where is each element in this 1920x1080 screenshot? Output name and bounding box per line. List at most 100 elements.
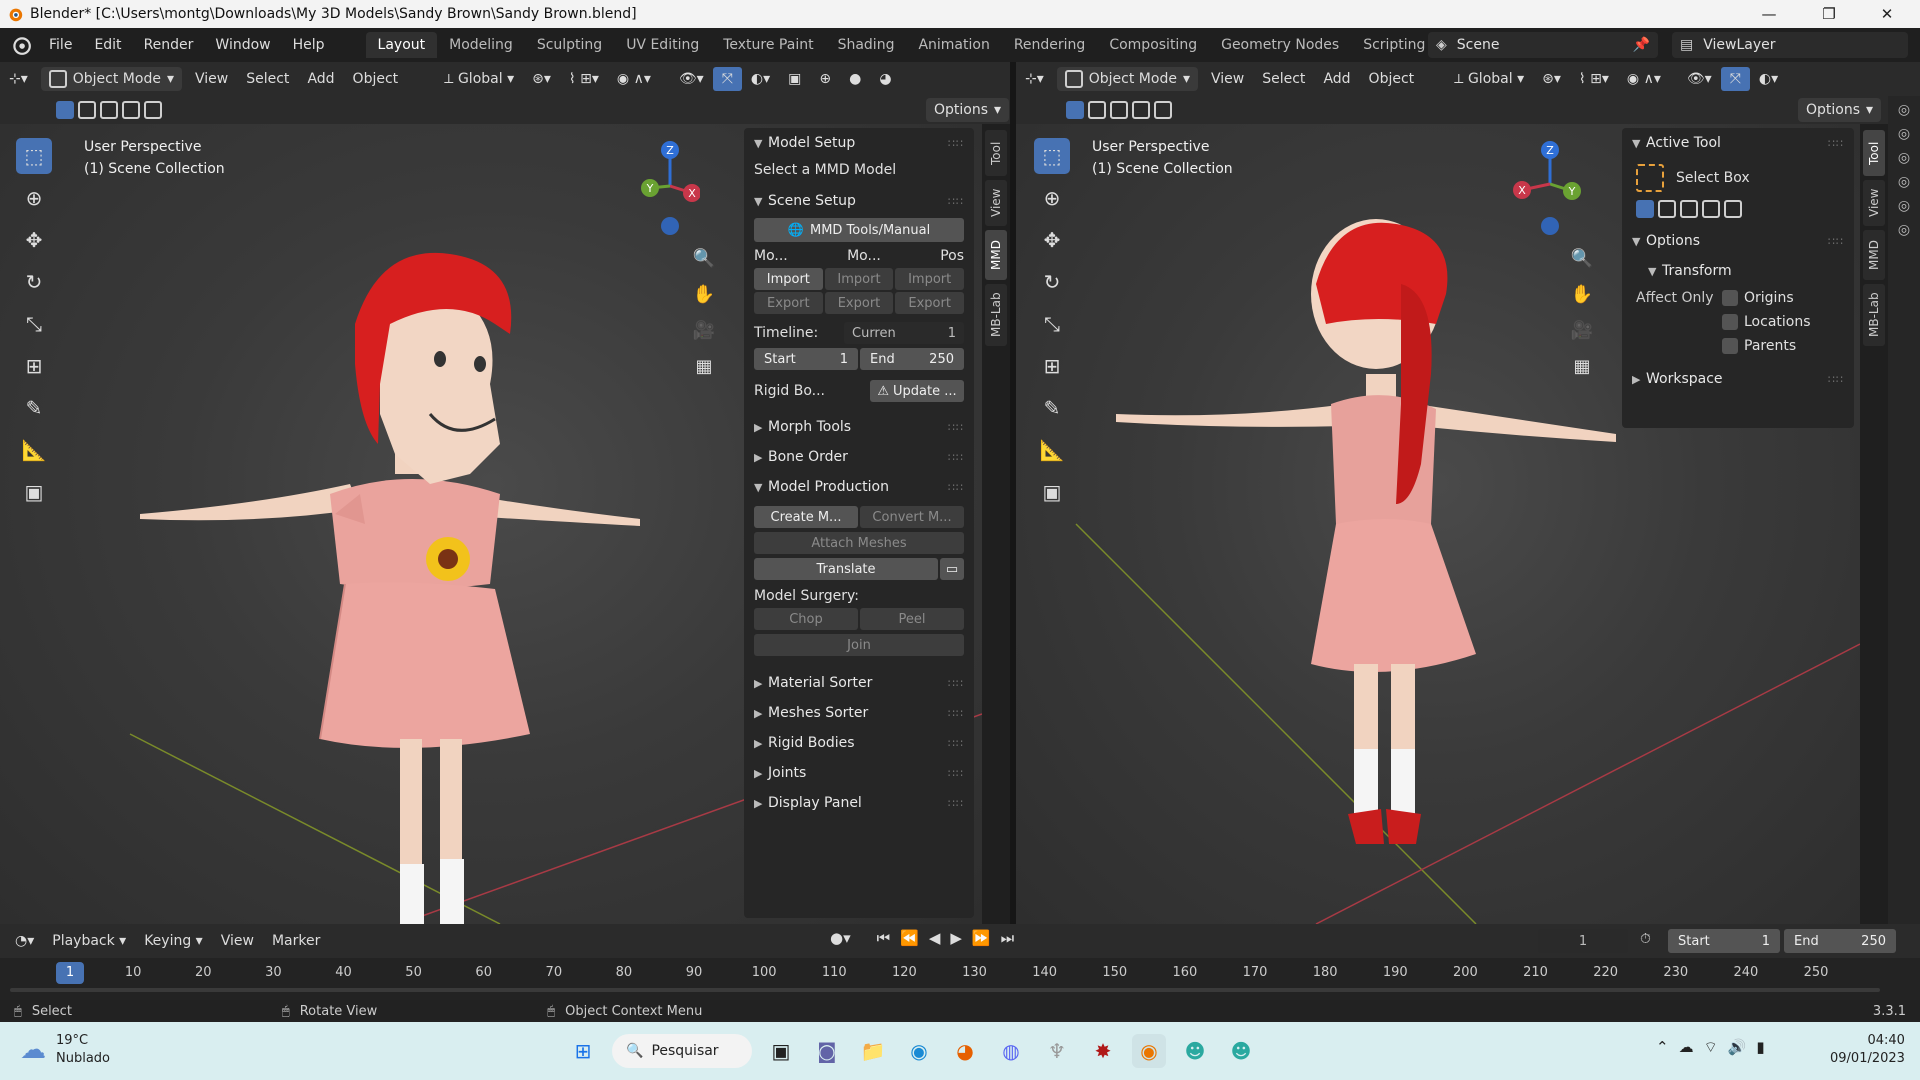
end-frame-field[interactable]: End 250 (860, 348, 964, 370)
view-layer-props-icon[interactable]: ◎ (1898, 150, 1910, 166)
menu-add[interactable]: Add (1314, 67, 1359, 91)
overlay-icon[interactable]: ◐▾ (742, 67, 779, 91)
blender-taskbar-icon[interactable]: ◉ (1132, 1034, 1166, 1068)
tab-mb-lab[interactable]: MB-Lab (985, 284, 1007, 346)
options-dropdown[interactable]: Options ▾ (926, 98, 1010, 122)
transform-orientation[interactable]: ⟂ Global ▾ (435, 67, 523, 91)
rotate-tool-icon[interactable]: ↻ (16, 264, 52, 300)
chevron-up-icon[interactable]: ⌃ (1656, 1038, 1669, 1057)
mmd-app-icon-2[interactable]: ☻ (1224, 1034, 1258, 1068)
scene-selector[interactable]: ◈ Scene 📌 (1428, 32, 1658, 58)
proportional-icon[interactable]: ◉ ∧▾ (1618, 67, 1670, 91)
jump-end-icon[interactable]: ⏭ (1001, 929, 1015, 947)
tab-rendering[interactable]: Rendering (1002, 32, 1098, 58)
drag-grip-icon[interactable]: ∷∷ (1828, 373, 1844, 386)
transform-orientation[interactable]: ⟂ Global ▾ (1445, 67, 1533, 91)
create-model-button[interactable]: Create M... (754, 506, 858, 528)
battery-icon[interactable]: ▮ (1756, 1038, 1764, 1057)
active-tool-row[interactable]: Select Box (1622, 158, 1854, 198)
pan-hand-icon[interactable]: ✋ (688, 278, 720, 310)
scale-tool-icon[interactable]: ⤡ (16, 306, 52, 342)
marker-menu[interactable]: Marker (263, 929, 329, 953)
import-pose-button[interactable]: Import (895, 268, 964, 290)
select-invert-icon[interactable] (1702, 200, 1720, 218)
tab-texture-paint[interactable]: Texture Paint (711, 32, 825, 58)
active-tool-modes[interactable] (1622, 198, 1854, 226)
peel-button[interactable]: Peel (860, 608, 964, 630)
taskbar-search[interactable]: 🔍 Pesquisar (612, 1034, 752, 1068)
translate-options-icon[interactable]: ▭ (940, 558, 964, 580)
convert-model-button[interactable]: Convert M... (860, 506, 964, 528)
menu-select[interactable]: Select (1253, 67, 1314, 91)
discord-icon[interactable]: ◍ (994, 1034, 1028, 1068)
right-viewport[interactable]: User Perspective (1) Scene Collection ⬚ ⊕… (1016, 124, 1860, 924)
keying-menu[interactable]: Keying ▾ (135, 929, 212, 953)
add-cube-tool-icon[interactable]: ▣ (1034, 474, 1070, 510)
joints-header[interactable]: ▶ Joints ∷∷ (744, 758, 974, 788)
mmd-app-icon[interactable]: ☻ (1178, 1034, 1212, 1068)
model-production-header[interactable]: ▼ Model Production ∷∷ (744, 472, 974, 502)
scene-setup-header[interactable]: ▼ Scene Setup ∷∷ (744, 186, 974, 216)
move-tool-icon[interactable]: ✥ (16, 222, 52, 258)
menu-object[interactable]: Object (1360, 67, 1424, 91)
menu-help[interactable]: Help (282, 28, 336, 62)
meshes-sorter-header[interactable]: ▶ Meshes Sorter ∷∷ (744, 698, 974, 728)
prev-keyframe-icon[interactable]: ⏪ (900, 929, 919, 947)
overlay-icon[interactable]: ◐▾ (1750, 67, 1787, 91)
scale-tool-icon[interactable]: ⤡ (1034, 306, 1070, 342)
material-sorter-header[interactable]: ▶ Material Sorter ∷∷ (744, 668, 974, 698)
current-frame-field[interactable]: Curren 1 (844, 322, 964, 344)
pivot-icon[interactable]: ⊛▾ (523, 67, 560, 91)
grid-perspective-icon[interactable]: ▦ (1566, 350, 1598, 382)
xray-icon[interactable]: ▣ (779, 67, 810, 91)
stopwatch-icon[interactable]: ⏱ (1640, 931, 1651, 947)
select-subtract-icon[interactable] (100, 101, 118, 119)
select-extend-icon[interactable] (1088, 101, 1106, 119)
onedrive-icon[interactable]: ☁ (1679, 1038, 1694, 1057)
pan-hand-icon[interactable]: ✋ (1566, 278, 1598, 310)
select-extend-icon[interactable] (78, 101, 96, 119)
snap-icon[interactable]: ⌇ ⊞▾ (1570, 67, 1618, 91)
editor-type-icon[interactable]: ⊹▾ (0, 67, 37, 91)
menu-render[interactable]: Render (133, 28, 205, 62)
tab-animation[interactable]: Animation (906, 32, 1001, 58)
grid-perspective-icon[interactable]: ▦ (688, 350, 720, 382)
checkbox-icon[interactable] (1722, 314, 1738, 330)
tab-tool[interactable]: Tool (985, 130, 1007, 176)
clock[interactable]: 04:40 09/01/2023 (1830, 1032, 1905, 1068)
update-rigid-button[interactable]: ⚠ Update ... (870, 380, 964, 402)
menu-select[interactable]: Select (237, 67, 298, 91)
weather-widget[interactable]: ☁ 19°C Nublado (20, 1032, 110, 1068)
morph-tools-header[interactable]: ▶ Morph Tools ∷∷ (744, 412, 974, 442)
transform-tool-icon[interactable]: ⊞ (16, 348, 52, 384)
proportional-icon[interactable]: ◉ ∧▾ (608, 67, 660, 91)
shading-material-icon[interactable]: ◕ (870, 67, 900, 91)
translate-button[interactable]: Translate (754, 558, 938, 580)
measure-tool-icon[interactable]: 📐 (1034, 432, 1070, 468)
select-new-icon[interactable] (1636, 200, 1654, 218)
select-subtract-icon[interactable] (1110, 101, 1128, 119)
blender-menu-icon[interactable] (10, 34, 32, 56)
active-tool-header[interactable]: ▼ Active Tool ∷∷ (1622, 128, 1854, 158)
shading-solid-icon[interactable]: ● (840, 67, 870, 91)
workspace-header[interactable]: ▶ Workspace ∷∷ (1622, 364, 1854, 394)
tab-compositing[interactable]: Compositing (1097, 32, 1209, 58)
timeline-ruler[interactable]: 1 10 20 30 40 50 60 70 80 90 100 110 120 130 140 150 160… (0, 958, 1920, 1000)
shading-wire-icon[interactable]: ⊕ (810, 67, 840, 91)
drag-grip-icon[interactable]: ∷∷ (948, 707, 964, 720)
character-front-model[interactable] (110, 184, 660, 924)
record-icon[interactable]: ●▾ (830, 929, 851, 947)
export-model-button[interactable]: Export (754, 292, 823, 314)
left-viewport[interactable]: User Perspective (1) Scene Collection ⬚ ⊕… (0, 124, 982, 924)
pin-icon[interactable]: 📌 (1633, 37, 1650, 53)
select-box-tool-icon[interactable]: ⬚ (1034, 138, 1070, 174)
minimize-button[interactable]: — (1740, 0, 1798, 28)
select-new-icon[interactable] (1066, 101, 1084, 119)
drag-grip-icon[interactable]: ∷∷ (948, 137, 964, 150)
drag-grip-icon[interactable]: ∷∷ (1828, 137, 1844, 150)
tab-shading[interactable]: Shading (826, 32, 907, 58)
tab-mb-lab[interactable]: MB-Lab (1863, 284, 1885, 346)
checkbox-icon[interactable] (1722, 290, 1738, 306)
camera-icon[interactable]: 🎥 (1566, 314, 1598, 346)
tab-view[interactable]: View (985, 180, 1007, 226)
